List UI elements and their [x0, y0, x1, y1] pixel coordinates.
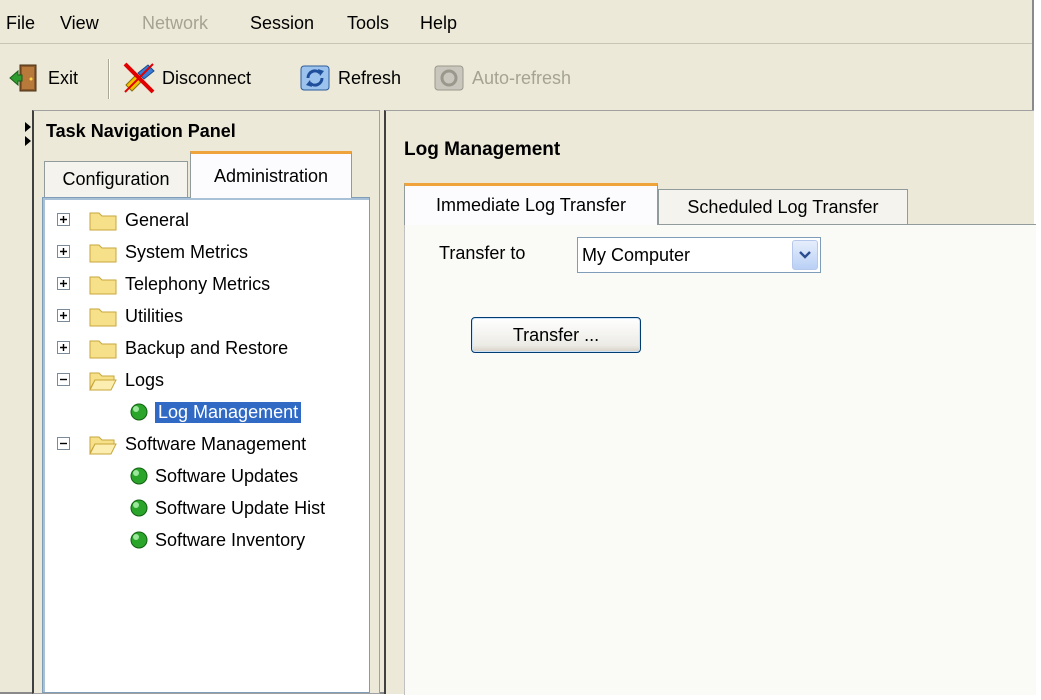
- menu-network: Network: [142, 13, 209, 33]
- toolbar-separator: [108, 59, 110, 99]
- tab-immediate-log-transfer[interactable]: Immediate Log Transfer: [404, 183, 658, 225]
- folder-icon: [89, 212, 117, 231]
- tree-item-system-metrics[interactable]: System Metrics: [89, 237, 248, 267]
- tree-item-general[interactable]: General: [89, 205, 189, 235]
- plus-icon: [60, 248, 67, 255]
- tree-item-label: Backup and Restore: [125, 337, 289, 358]
- menu-file[interactable]: File: [6, 12, 35, 34]
- transfer-to-label: Transfer to: [439, 243, 526, 263]
- refresh-icon: [300, 65, 330, 91]
- task-navigation-panel: Task Navigation Panel Configuration Admi…: [32, 110, 380, 694]
- minus-icon: [60, 442, 67, 445]
- status-green-icon: [130, 403, 148, 421]
- content-panel: Log Management Immediate Log Transfer Sc…: [384, 110, 1036, 695]
- tree-item-label: Log Management: [155, 401, 302, 423]
- menu-session[interactable]: Session: [250, 12, 314, 34]
- open-folder-icon: [89, 436, 117, 455]
- minus-icon: [60, 378, 67, 381]
- tab-scheduled-log-transfer[interactable]: Scheduled Log Transfer: [658, 189, 908, 225]
- status-green-icon: [130, 467, 148, 485]
- folder-icon: [89, 308, 117, 327]
- status-green-icon: [130, 531, 148, 549]
- tree-item-utilities[interactable]: Utilities: [89, 301, 183, 331]
- tree-item-software-inventory[interactable]: Software Inventory: [129, 525, 305, 555]
- status-green-icon: [130, 499, 148, 517]
- disconnect-label: Disconnect: [162, 67, 252, 88]
- tree-item-software-management[interactable]: Software Management: [89, 429, 306, 459]
- tree-item-label: General: [125, 209, 190, 230]
- tree-item-backup-and-restore[interactable]: Backup and Restore: [89, 333, 288, 363]
- plus-icon: [60, 312, 67, 319]
- toolbar: Exit Disconnect Refresh Auto-refresh: [0, 47, 1032, 109]
- disconnect-button[interactable]: Disconnect: [122, 60, 251, 96]
- exit-button[interactable]: Exit: [8, 60, 78, 96]
- tree-item-log-management[interactable]: Log Management: [129, 397, 302, 427]
- menu-tools[interactable]: Tools: [347, 12, 389, 34]
- panel-collapse-arrows-icon[interactable]: [24, 120, 32, 148]
- open-folder-icon: [89, 372, 117, 391]
- plus-icon: [60, 344, 67, 351]
- tab-content-immediate: Transfer to My Computer Transfer ...: [404, 224, 1036, 695]
- tree-item-label: Logs: [125, 369, 165, 390]
- auto-refresh-button: Auto-refresh: [432, 60, 571, 96]
- tree-item-label: Software Updates: [155, 465, 299, 486]
- tree-item-label: Software Inventory: [155, 529, 306, 550]
- expand-telephony-metrics-button[interactable]: [57, 277, 70, 290]
- refresh-button[interactable]: Refresh: [298, 60, 401, 96]
- collapse-software-management-button[interactable]: [57, 437, 70, 450]
- expand-general-button[interactable]: [57, 213, 70, 226]
- app-window: File View Network Session Tools Help Exi…: [0, 0, 1036, 695]
- folder-icon: [89, 340, 117, 359]
- tree-item-software-update-history[interactable]: Software Update Hist: [129, 493, 325, 523]
- menu-view[interactable]: View: [60, 12, 99, 34]
- collapse-logs-button[interactable]: [57, 373, 70, 386]
- dropdown-button[interactable]: [792, 240, 818, 270]
- plus-icon: [60, 280, 67, 287]
- tree-item-label: Software Management: [125, 433, 307, 454]
- tree-item-label: Utilities: [125, 305, 184, 326]
- navigation-tree: General System Metrics Telephony Metrics: [42, 197, 370, 693]
- disconnect-icon: [123, 62, 155, 94]
- tab-administration[interactable]: Administration: [190, 151, 352, 198]
- tree-item-label: Telephony Metrics: [125, 273, 271, 294]
- folder-icon: [89, 244, 117, 263]
- transfer-button[interactable]: Transfer ...: [471, 317, 641, 353]
- expand-backup-restore-button[interactable]: [57, 341, 70, 354]
- expand-utilities-button[interactable]: [57, 309, 70, 322]
- page-title: Log Management: [404, 139, 561, 160]
- tree-item-telephony-metrics[interactable]: Telephony Metrics: [89, 269, 270, 299]
- expand-system-metrics-button[interactable]: [57, 245, 70, 258]
- tree-item-logs[interactable]: Logs: [89, 365, 164, 395]
- auto-refresh-icon: [434, 65, 464, 91]
- folder-icon: [89, 276, 117, 295]
- exit-label: Exit: [48, 67, 79, 88]
- transfer-to-value: My Computer: [582, 244, 691, 265]
- chevron-down-icon: [799, 251, 811, 259]
- panel-title: Task Navigation Panel: [46, 121, 236, 141]
- tree-item-label: System Metrics: [125, 241, 249, 262]
- menu-bar: File View Network Session Tools Help: [0, 0, 1032, 44]
- auto-refresh-label: Auto-refresh: [472, 67, 572, 88]
- exit-door-icon: [9, 64, 37, 92]
- tab-configuration[interactable]: Configuration: [44, 161, 188, 197]
- tree-item-label: Software Update Hist: [155, 497, 326, 518]
- refresh-label: Refresh: [338, 67, 402, 88]
- transfer-to-select[interactable]: My Computer: [577, 237, 821, 273]
- menu-help[interactable]: Help: [420, 12, 457, 34]
- plus-icon: [60, 216, 67, 223]
- tree-item-software-updates[interactable]: Software Updates: [129, 461, 298, 491]
